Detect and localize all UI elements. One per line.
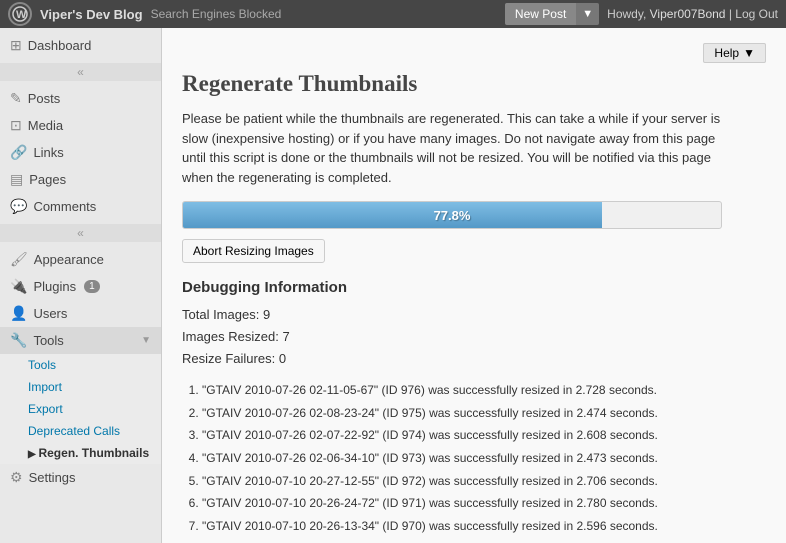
sidebar-item-dashboard[interactable]: ⊞ Dashboard (0, 32, 161, 59)
pages-icon: ▤ (10, 171, 23, 188)
total-images-value: 9 (263, 307, 270, 322)
progress-label: 77.8% (183, 202, 721, 228)
new-post-dropdown-button[interactable]: ▼ (576, 3, 599, 25)
sidebar-plugins-label: Plugins (33, 279, 76, 294)
sidebar-item-media[interactable]: ⊡ Media (0, 112, 161, 139)
plugins-badge: 1 (84, 280, 100, 293)
sidebar-posts-label: Posts (28, 91, 61, 106)
resize-list-item: "GTAIV 2010-07-10 20-26-13-34" (ID 970) … (202, 516, 766, 538)
submenu-item-regen[interactable]: Regen. Thumbnails (0, 442, 161, 464)
wp-logo: W (8, 2, 32, 26)
comments-icon: 💬 (10, 198, 27, 215)
dashboard-icon: ⊞ (10, 37, 22, 54)
top-bar: W Viper's Dev Blog Search Engines Blocke… (0, 0, 786, 28)
sidebar-collapse-2[interactable]: « (0, 224, 161, 242)
submenu-item-tools[interactable]: Tools (0, 354, 161, 376)
appearance-icon: 🖌 (10, 251, 28, 268)
sidebar-users-label: Users (33, 306, 67, 321)
abort-button[interactable]: Abort Resizing Images (182, 239, 325, 263)
media-icon: ⊡ (10, 117, 22, 134)
images-resized-value: 7 (282, 329, 289, 344)
resize-failures-value: 0 (279, 351, 286, 366)
help-label: Help (714, 46, 739, 60)
help-arrow-icon: ▼ (743, 46, 755, 60)
settings-icon: ⚙ (10, 469, 23, 486)
sidebar: ⊞ Dashboard « ✎ Posts ⊡ Media 🔗 Links ▤ … (0, 28, 162, 543)
resize-failures-label: Resize Failures: (182, 351, 275, 366)
new-post-group: New Post ▼ (505, 3, 599, 25)
users-icon: 👤 (10, 305, 27, 322)
resize-list-item: "GTAIV 2010-07-26 02-07-22-92" (ID 974) … (202, 425, 766, 447)
main-content: Help ▼ Regenerate Thumbnails Please be p… (162, 28, 786, 543)
sidebar-item-pages[interactable]: ▤ Pages (0, 166, 161, 193)
sidebar-item-users[interactable]: 👤 Users (0, 300, 161, 327)
images-resized-label: Images Resized: (182, 329, 279, 344)
log-out-button[interactable]: Log Out (735, 7, 778, 21)
sidebar-bottom-section: 🖌 Appearance 🔌 Plugins 1 👤 Users 🔧 Tools… (0, 242, 161, 495)
sidebar-item-posts[interactable]: ✎ Posts (0, 85, 161, 112)
posts-icon: ✎ (10, 90, 22, 107)
sidebar-settings-label: Settings (29, 470, 76, 485)
page-title: Regenerate Thumbnails (182, 71, 766, 97)
sidebar-links-label: Links (33, 145, 63, 160)
resize-list-item: "GTAIV 2010-07-26 02-06-34-10" (ID 973) … (202, 448, 766, 470)
sidebar-item-comments[interactable]: 💬 Comments (0, 193, 161, 220)
debug-stats: Total Images: 9 Images Resized: 7 Resize… (182, 304, 766, 370)
tools-icon: 🔧 (10, 332, 27, 349)
total-images-label: Total Images: (182, 307, 259, 322)
images-resized-row: Images Resized: 7 (182, 326, 766, 348)
sidebar-comments-label: Comments (33, 199, 96, 214)
layout: ⊞ Dashboard « ✎ Posts ⊡ Media 🔗 Links ▤ … (0, 28, 786, 543)
total-images-row: Total Images: 9 (182, 304, 766, 326)
sidebar-collapse-1[interactable]: « (0, 63, 161, 81)
resize-list-item: "GTAIV 2010-07-26 02-11-05-67" (ID 976) … (202, 380, 766, 402)
resize-list-item: "GTAIV 2010-07-10 20-26-24-72" (ID 971) … (202, 493, 766, 515)
resize-list-item: "GTAIV 2010-07-10 20-27-12-55" (ID 972) … (202, 471, 766, 493)
sidebar-item-appearance[interactable]: 🖌 Appearance (0, 246, 161, 273)
plugins-icon: 🔌 (10, 278, 27, 295)
submenu-item-export[interactable]: Export (0, 398, 161, 420)
help-bar: Help ▼ (182, 43, 766, 63)
help-button[interactable]: Help ▼ (703, 43, 766, 63)
site-name[interactable]: Viper's Dev Blog (40, 7, 143, 22)
sidebar-item-plugins[interactable]: 🔌 Plugins 1 (0, 273, 161, 300)
sidebar-tools-label: Tools (33, 333, 63, 348)
sidebar-middle-section: ✎ Posts ⊡ Media 🔗 Links ▤ Pages 💬 Commen… (0, 81, 161, 224)
resize-list: "GTAIV 2010-07-26 02-11-05-67" (ID 976) … (202, 380, 766, 537)
tools-expand-icon: ▼ (141, 335, 151, 346)
sidebar-appearance-label: Appearance (34, 252, 104, 267)
sidebar-item-links[interactable]: 🔗 Links (0, 139, 161, 166)
submenu-item-deprecated[interactable]: Deprecated Calls (0, 420, 161, 442)
sidebar-top-section: ⊞ Dashboard (0, 28, 161, 63)
submenu-item-import[interactable]: Import (0, 376, 161, 398)
sidebar-pages-label: Pages (29, 172, 66, 187)
svg-text:W: W (16, 9, 27, 21)
resize-failures-row: Resize Failures: 0 (182, 348, 766, 370)
username-link[interactable]: Viper007Bond (650, 7, 726, 21)
resize-list-item: "GTAIV 2010-07-26 02-08-23-24" (ID 975) … (202, 403, 766, 425)
links-icon: 🔗 (10, 144, 27, 161)
sidebar-media-label: Media (28, 118, 63, 133)
progress-bar-container: 77.8% (182, 201, 722, 229)
sidebar-item-settings[interactable]: ⚙ Settings (0, 464, 161, 491)
description-text: Please be patient while the thumbnails a… (182, 109, 722, 187)
howdy-text: Howdy, Viper007Bond | Log Out (607, 7, 778, 21)
sidebar-dashboard-label: Dashboard (28, 38, 92, 53)
new-post-button[interactable]: New Post (505, 3, 576, 25)
debug-title: Debugging Information (182, 279, 766, 296)
search-blocked-label: Search Engines Blocked (151, 7, 282, 21)
sidebar-item-tools[interactable]: 🔧 Tools ▼ (0, 327, 161, 354)
